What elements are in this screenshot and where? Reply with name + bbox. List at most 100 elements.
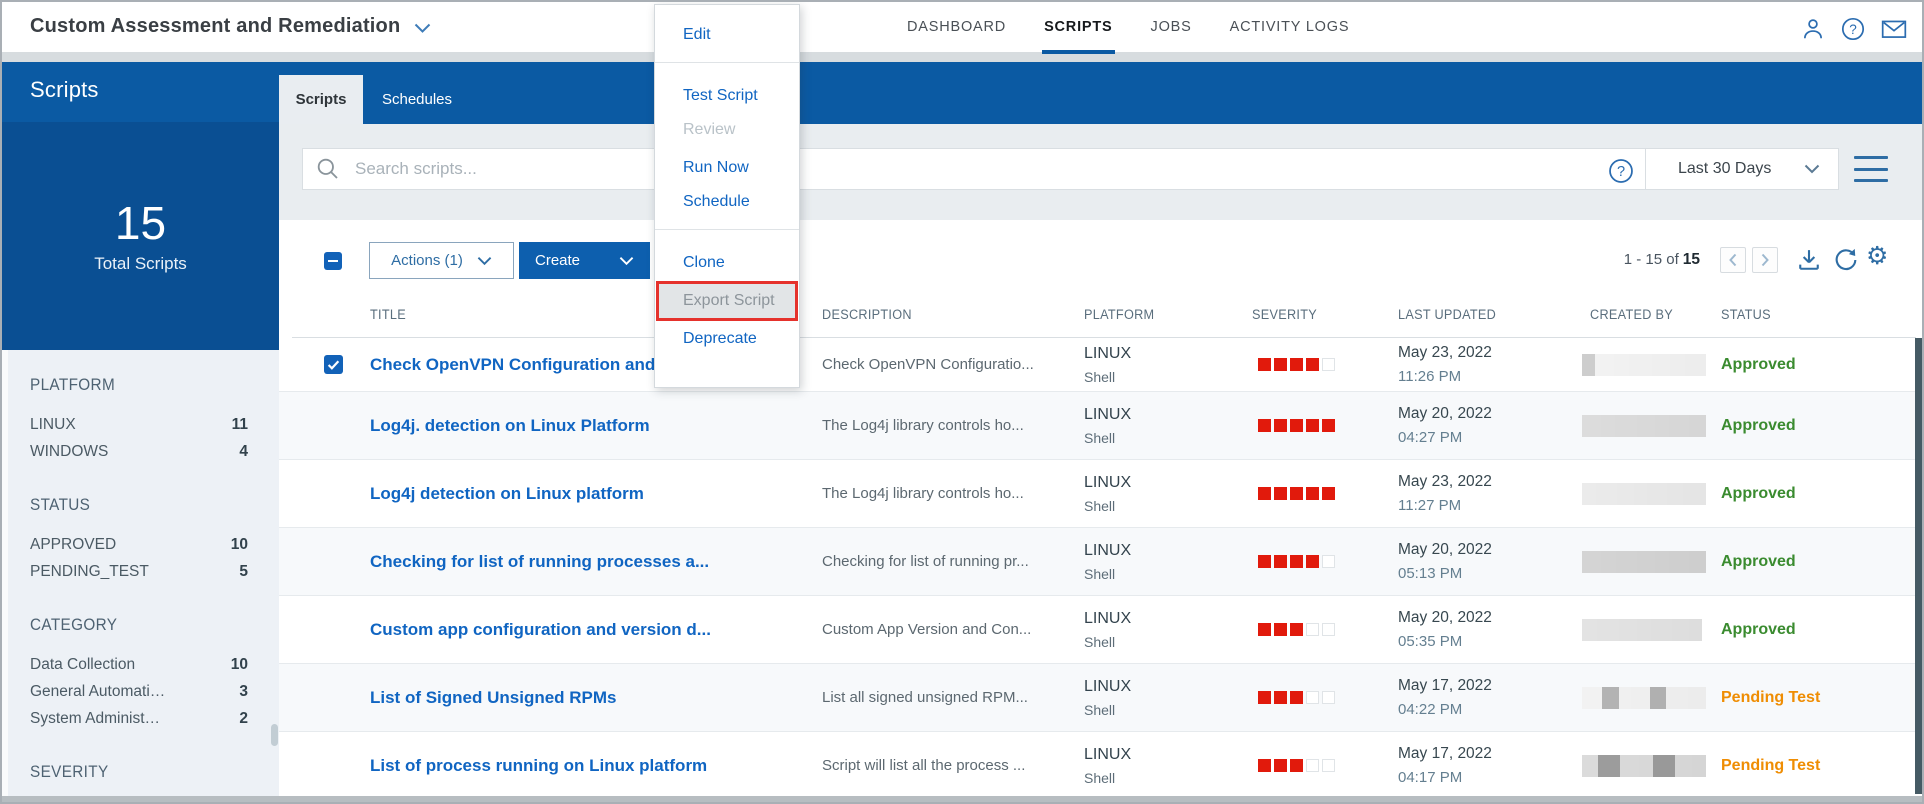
script-title-link[interactable]: Custom app configuration and version d..…: [370, 620, 820, 640]
mail-icon[interactable]: [1880, 16, 1908, 42]
tab-scripts[interactable]: Scripts: [279, 75, 363, 124]
help-icon[interactable]: ?: [1840, 16, 1866, 42]
platform-cell: LINUX Shell: [1084, 677, 1132, 718]
created-by-redacted: [1582, 664, 1722, 731]
tab-schedules[interactable]: Schedules: [365, 75, 469, 124]
actions-button[interactable]: Actions (1): [369, 242, 514, 279]
nav-item-scripts[interactable]: SCRIPTS: [1042, 4, 1115, 54]
facet-count: 4: [239, 442, 248, 460]
row-context-menu: Edit Test Script Review Run Now Schedule Clon…: [654, 4, 800, 388]
menu-item-export-script[interactable]: Export Script: [656, 281, 798, 321]
product-title: Custom Assessment and Remediation: [30, 15, 401, 37]
table-row[interactable]: List of process running on Linux platfor…: [279, 732, 1916, 800]
total-scripts-label: Total Scripts: [94, 254, 187, 274]
platform-cell: LINUX Shell: [1084, 609, 1132, 650]
facet-count: 11: [231, 415, 248, 433]
status-badge: Approved: [1721, 484, 1796, 502]
refresh-icon[interactable]: [1832, 246, 1860, 274]
column-header-status[interactable]: STATUS: [1721, 307, 1771, 327]
column-header-title[interactable]: TITLE: [370, 307, 406, 327]
pagination-label: 1 - 15 of 15: [1623, 251, 1700, 268]
facet-item-system-administ-[interactable]: System Administ… 2: [30, 705, 248, 732]
menu-item-run-now[interactable]: Run Now: [655, 151, 799, 185]
app-window: Custom Assessment and Remediation DASHBO…: [0, 0, 1924, 804]
nav-item-activity-logs[interactable]: ACTIVITY LOGS: [1230, 4, 1350, 50]
table-row[interactable]: Check OpenVPN Configuration and Check Ope…: [279, 338, 1916, 392]
facet-item-windows[interactable]: WINDOWS 4: [30, 438, 248, 465]
script-title-link[interactable]: List of Signed Unsigned RPMs: [370, 688, 820, 708]
facet-item-approved[interactable]: APPROVED 10: [30, 531, 248, 558]
menu-item-schedule[interactable]: Schedule: [655, 185, 799, 219]
created-by-redacted: [1582, 392, 1722, 459]
time-range-value: Last 30 Days: [1678, 160, 1772, 177]
created-by-redacted: [1582, 528, 1722, 595]
severity-cell: [1258, 338, 1388, 391]
facet-section-title: CATEGORY: [30, 615, 118, 634]
script-title-link[interactable]: Check OpenVPN Configuration and: [370, 355, 654, 375]
facet-item-data-collection[interactable]: Data Collection 10: [30, 651, 248, 678]
table-row[interactable]: Custom app configuration and version d..…: [279, 596, 1916, 664]
table-row[interactable]: Log4j. detection on Linux Platform The Lo…: [279, 392, 1916, 460]
script-title-link[interactable]: Checking for list of running processes a…: [370, 552, 820, 572]
create-button[interactable]: Create: [519, 242, 650, 279]
created-by-redacted: [1582, 338, 1722, 391]
platform-cell: LINUX Shell: [1084, 745, 1132, 786]
facet-item-general-automati-[interactable]: General Automati… 3: [30, 678, 248, 705]
column-header-description[interactable]: DESCRIPTION: [822, 307, 912, 327]
row-checkbox-cell: [324, 664, 354, 731]
script-title-link[interactable]: Log4j detection on Linux platform: [370, 484, 820, 504]
menu-toggle-icon[interactable]: [1854, 156, 1888, 182]
table-scrollbar[interactable]: [1915, 338, 1922, 794]
facet-item-pending-test[interactable]: PENDING_TEST 5: [30, 558, 248, 585]
facet-section-title: PLATFORM: [30, 375, 116, 394]
last-updated-cell: May 17, 2022 04:22 PM: [1398, 677, 1492, 718]
script-title-link[interactable]: Log4j. detection on Linux Platform: [370, 416, 820, 436]
sidebar-scrollbar[interactable]: [271, 724, 278, 746]
table-header-divider: [292, 337, 1916, 338]
prev-page-button[interactable]: [1720, 247, 1746, 273]
facet-item-linux[interactable]: LINUX 11: [30, 411, 248, 438]
nav-item-dashboard[interactable]: DASHBOARD: [907, 4, 1006, 50]
column-header-created-by[interactable]: CREATED BY: [1590, 307, 1673, 327]
column-header-last-updated[interactable]: LAST UPDATED: [1398, 307, 1496, 327]
nav-item-jobs[interactable]: JOBS: [1151, 4, 1192, 50]
column-header-platform[interactable]: PLATFORM: [1084, 307, 1154, 327]
product-switcher[interactable]: Custom Assessment and Remediation: [30, 15, 431, 38]
script-title-link[interactable]: List of process running on Linux platfor…: [370, 756, 820, 776]
menu-item-test-script[interactable]: Test Script: [655, 79, 799, 113]
platform-cell: LINUX Shell: [1084, 344, 1132, 385]
status-badge: Approved: [1721, 416, 1796, 434]
severity-bar: [1258, 691, 1388, 704]
script-description: Custom App Version and Con...: [822, 621, 1032, 638]
row-checkbox-checked[interactable]: [324, 355, 343, 374]
select-all-checkbox[interactable]: [324, 252, 342, 270]
script-description: Script will list all the process ...: [822, 757, 1026, 774]
search-bar: [302, 148, 1645, 190]
table-row[interactable]: Log4j detection on Linux platform The Log…: [279, 460, 1916, 528]
created-by-redacted: [1582, 596, 1722, 663]
menu-item-clone[interactable]: Clone: [655, 246, 799, 280]
facet-section-category: CATEGORY Data Collection 10 General Automat…: [30, 615, 279, 732]
last-updated-cell: May 23, 2022 11:27 PM: [1398, 473, 1492, 514]
menu-item-deprecate[interactable]: Deprecate: [655, 322, 799, 356]
status-badge: Approved: [1721, 620, 1796, 638]
next-page-button[interactable]: [1752, 247, 1778, 273]
facet-section-platform: PLATFORM LINUX 11 WINDOWS 4: [30, 375, 279, 465]
row-checkbox-cell: [324, 732, 354, 799]
time-range-select[interactable]: Last 30 Days: [1645, 148, 1839, 190]
settings-gear-icon[interactable]: ⚙: [1866, 243, 1888, 268]
menu-item-edit[interactable]: Edit: [655, 18, 799, 52]
column-header-severity[interactable]: SEVERITY: [1252, 307, 1317, 327]
search-help-icon[interactable]: ?: [1607, 157, 1635, 185]
script-description: List all signed unsigned RPM...: [822, 689, 1028, 706]
table-row[interactable]: Checking for list of running processes a…: [279, 528, 1916, 596]
download-icon[interactable]: [1795, 246, 1823, 274]
menu-separator: [655, 62, 799, 63]
severity-bar: [1258, 419, 1388, 432]
table-row[interactable]: List of Signed Unsigned RPMs List all sig…: [279, 664, 1916, 732]
search-input[interactable]: [353, 158, 1503, 180]
severity-bar: [1258, 759, 1388, 772]
chevron-down-icon: [1804, 164, 1820, 174]
facet-section-title: STATUS: [30, 495, 91, 514]
user-icon[interactable]: [1800, 16, 1826, 42]
